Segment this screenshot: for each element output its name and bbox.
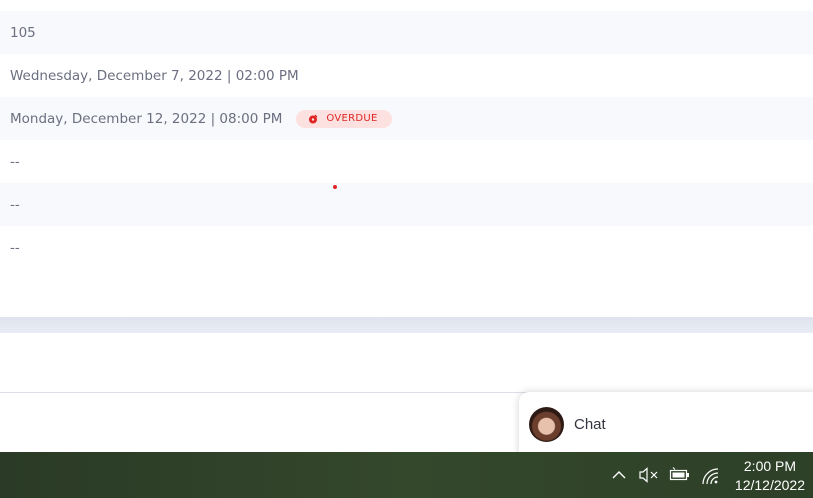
wifi-icon[interactable] <box>701 467 721 485</box>
row-value: -- <box>10 153 20 170</box>
chat-widget[interactable]: Chat <box>519 392 813 456</box>
chat-label: Chat <box>574 415 606 433</box>
section-separator <box>0 317 813 333</box>
avatar <box>529 406 564 442</box>
detail-row: -- <box>0 226 813 269</box>
row-value: -- <box>10 239 20 256</box>
detail-row: -- <box>0 183 813 226</box>
detail-card: 105 Wednesday, December 7, 2022 | 02:00 … <box>0 0 813 317</box>
cursor-marker <box>333 185 337 189</box>
speaker-muted-icon[interactable] <box>639 467 659 483</box>
row-value: -- <box>10 196 20 213</box>
row-value: Wednesday, December 7, 2022 | 02:00 PM <box>10 67 299 84</box>
detail-row: -- <box>0 140 813 183</box>
alarm-icon <box>309 114 318 123</box>
overdue-badge: OVERDUE <box>296 109 392 128</box>
clock-time: 2:00 PM <box>743 458 797 474</box>
row-value: 105 <box>10 24 36 41</box>
clock-date: 12/12/2022 <box>734 477 805 493</box>
row-value: Monday, December 12, 2022 | 08:00 PM <box>10 110 283 127</box>
detail-row: Wednesday, December 7, 2022 | 02:00 PM <box>0 54 813 97</box>
battery-icon[interactable] <box>669 467 691 483</box>
chevron-up-icon[interactable] <box>611 467 627 483</box>
taskbar: 2:00 PM 12/12/2022 <box>0 452 813 498</box>
overdue-badge-label: OVERDUE <box>326 113 378 124</box>
detail-row: 105 <box>0 11 813 54</box>
system-clock[interactable]: 2:00 PM 12/12/2022 <box>735 457 805 495</box>
detail-row: Monday, December 12, 2022 | 08:00 PM OVE… <box>0 97 813 140</box>
